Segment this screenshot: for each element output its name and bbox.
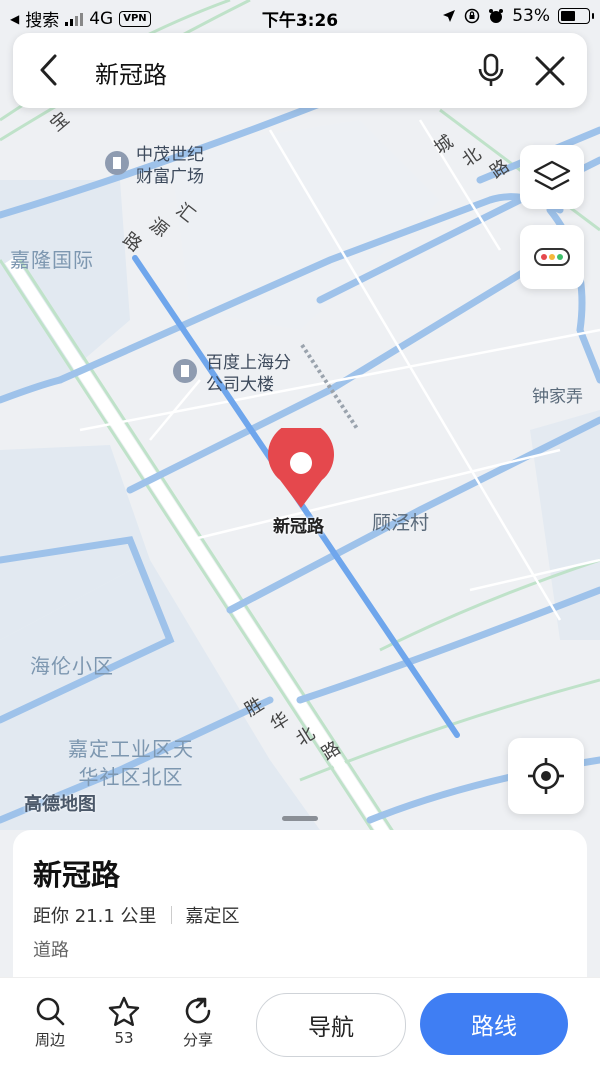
search-query[interactable]: 新冠路 <box>95 55 167 90</box>
village-gujing: 顾泾村 <box>372 512 430 534</box>
navigate-button[interactable]: 导航 <box>256 993 406 1057</box>
poi-baidu-line1: 百度上海分 <box>206 353 291 373</box>
place-card[interactable]: 新冠路 距你 21.1 公里 嘉定区 道路 <box>13 830 587 990</box>
nearby-label: 周边 <box>34 1031 65 1049</box>
crosshair-icon <box>528 758 564 794</box>
traffic-button[interactable] <box>520 225 584 289</box>
search-bar[interactable]: 新冠路 <box>13 33 587 108</box>
sheet-handle[interactable] <box>282 816 318 821</box>
alarm-icon <box>489 9 504 23</box>
layers-icon <box>533 160 571 191</box>
traffic-icon <box>534 248 570 266</box>
pin-label: 新冠路 <box>273 517 324 537</box>
poi-zhongmao-line2: 财富广场 <box>136 167 204 187</box>
area-hailun: 海伦小区 <box>30 654 114 678</box>
share-icon <box>185 997 211 1024</box>
place-distance: 距你 21.1 公里 <box>33 906 157 927</box>
rotation-lock-icon <box>464 8 480 24</box>
share-label: 分享 <box>182 1031 213 1049</box>
meta-divider <box>170 906 172 924</box>
area-industrial-line1: 嘉定工业区天 <box>68 737 194 761</box>
area-industrial: 嘉定工业区天 华社区北区 <box>68 735 194 791</box>
locate-button[interactable] <box>508 738 584 814</box>
village-zhongjia: 钟家弄 <box>532 387 583 407</box>
building-icon <box>105 151 129 175</box>
poi-baidu-line2: 公司大楼 <box>206 375 274 395</box>
place-meta: 距你 21.1 公里 嘉定区 <box>33 902 240 928</box>
location-pin[interactable] <box>266 421 336 510</box>
back-icon[interactable] <box>37 53 61 87</box>
favorite-count: 53 <box>114 1029 134 1047</box>
place-title: 新冠路 <box>33 858 121 892</box>
area-jialong: 嘉隆国际 <box>10 248 94 272</box>
area-industrial-line2: 华社区北区 <box>78 765 184 789</box>
building-icon <box>173 359 197 383</box>
search-icon <box>36 997 65 1026</box>
microphone-icon[interactable] <box>477 53 505 89</box>
star-icon <box>108 996 140 1026</box>
layers-button[interactable] <box>520 145 584 209</box>
battery-percent: 53% <box>512 6 550 26</box>
battery-icon <box>558 8 594 24</box>
map-watermark: 高德地图 <box>24 794 96 815</box>
favorite-button[interactable]: 53 <box>94 996 154 1047</box>
poi-zhongmao-line1: 中茂世纪 <box>136 145 204 165</box>
close-icon[interactable] <box>534 55 566 87</box>
route-button[interactable]: 路线 <box>420 993 568 1055</box>
bottom-action-bar: 周边 53 分享 导航 路线 <box>0 977 600 1068</box>
location-arrow-icon <box>443 10 456 22</box>
nearby-button[interactable]: 周边 <box>20 996 80 1050</box>
place-type: 道路 <box>33 940 69 961</box>
status-bar: ◀ 搜索 4G VPN 下午3:26 53% <box>0 0 600 34</box>
map-pin-icon <box>268 421 334 508</box>
share-button[interactable]: 分享 <box>168 996 228 1050</box>
place-district: 嘉定区 <box>185 906 240 927</box>
battery-fill <box>561 11 575 21</box>
